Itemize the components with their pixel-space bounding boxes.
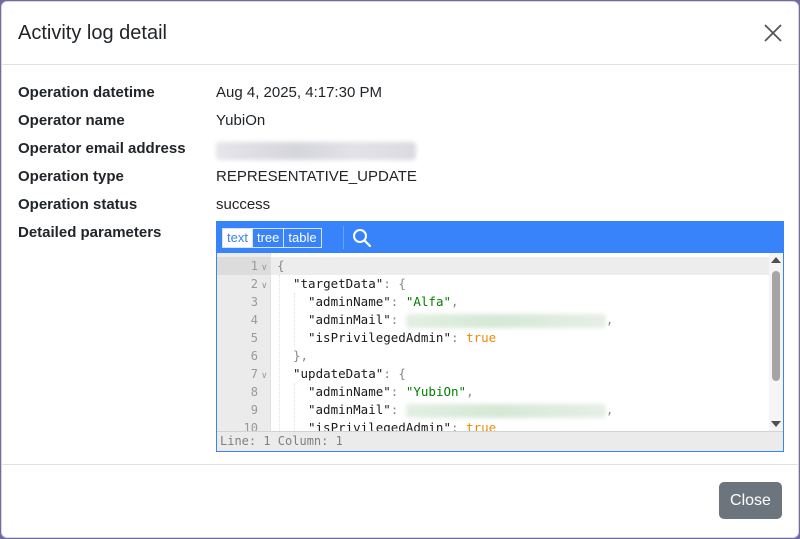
modal-footer: Close (2, 464, 798, 537)
editor-menu-bar: text tree table (217, 222, 783, 253)
operator-name-value: YubiOn (216, 112, 266, 129)
operation-type-label: Operation type (18, 168, 124, 185)
fold-arrow-icon[interactable]: ∨ (261, 257, 268, 275)
mode-switcher: text tree table (222, 228, 322, 248)
operation-status-label: Operation status (18, 196, 138, 213)
mode-table-button[interactable]: table (284, 229, 320, 247)
operator-email-value-redacted (216, 142, 416, 160)
line-number: 5 (250, 331, 258, 345)
code-line: "adminName": "YubiOn", (308, 384, 474, 399)
vertical-scrollbar[interactable] (769, 253, 783, 431)
code-line: { (277, 258, 285, 273)
fold-arrow-icon[interactable]: ∨ (261, 275, 268, 293)
close-button[interactable]: Close (719, 482, 782, 519)
mode-tree-button[interactable]: tree (253, 229, 285, 247)
code-line: "updateData": { (293, 366, 406, 381)
scrollbar-thumb[interactable] (772, 271, 780, 381)
operator-email-label: Operator email address (18, 140, 186, 157)
close-icon[interactable] (762, 22, 784, 44)
operation-type-value: REPRESENTATIVE_UPDATE (216, 168, 417, 185)
fold-arrow-icon[interactable]: ∨ (261, 365, 268, 383)
line-number: 1 (250, 259, 258, 273)
line-number: 2 (250, 277, 258, 291)
line-number-gutter: 1 2 3 4 5 6 7 8 9 10 ∨ ∨ ∨ (217, 253, 271, 431)
activity-log-modal: Activity log detail Operation datetime A… (1, 1, 799, 538)
code-area[interactable]: { "targetData": { "adminName": "Alfa", "… (271, 253, 769, 431)
line-number: 9 (250, 403, 258, 417)
redacted-email-value (405, 403, 606, 418)
line-number: 10 (243, 421, 258, 431)
modal-header: Activity log detail (2, 2, 798, 65)
code-line: "isPrivilegedAdmin": true (308, 420, 497, 431)
line-number: 4 (250, 313, 258, 327)
active-line-highlight (271, 257, 769, 275)
code-line: "adminName": "Alfa", (308, 294, 459, 309)
line-number: 6 (250, 349, 258, 363)
operator-name-label: Operator name (18, 112, 125, 129)
editor-status-bar: Line: 1 Column: 1 (217, 431, 783, 451)
indent-guide (279, 275, 281, 431)
detailed-parameters-label: Detailed parameters (18, 224, 162, 241)
line-number: 7 (250, 367, 258, 381)
search-icon[interactable] (351, 227, 373, 249)
scroll-down-icon[interactable] (771, 421, 781, 427)
code-line: "targetData": { (293, 276, 406, 291)
scroll-up-icon[interactable] (771, 257, 781, 263)
code-line: "adminMail": , (308, 402, 614, 418)
json-editor: text tree table 1 2 3 4 5 6 7 8 9 10 ∨ ∨… (216, 221, 784, 452)
line-number: 8 (250, 385, 258, 399)
code-line: }, (293, 348, 309, 363)
operation-datetime-value: Aug 4, 2025, 4:17:30 PM (216, 84, 382, 101)
operation-datetime-label: Operation datetime (18, 84, 155, 101)
code-line: "adminMail": , (308, 312, 614, 328)
code-line: "isPrivilegedAdmin": true (308, 330, 497, 345)
indent-guide (294, 293, 296, 347)
modal-title: Activity log detail (18, 22, 167, 44)
indent-guide (294, 383, 296, 431)
redacted-email-value (405, 313, 606, 328)
line-number: 3 (250, 295, 258, 309)
editor-body[interactable]: 1 2 3 4 5 6 7 8 9 10 ∨ ∨ ∨ { "targetData… (217, 253, 783, 431)
menu-separator (343, 226, 344, 249)
mode-text-button[interactable]: text (223, 229, 253, 247)
operation-status-value: success (216, 196, 271, 213)
